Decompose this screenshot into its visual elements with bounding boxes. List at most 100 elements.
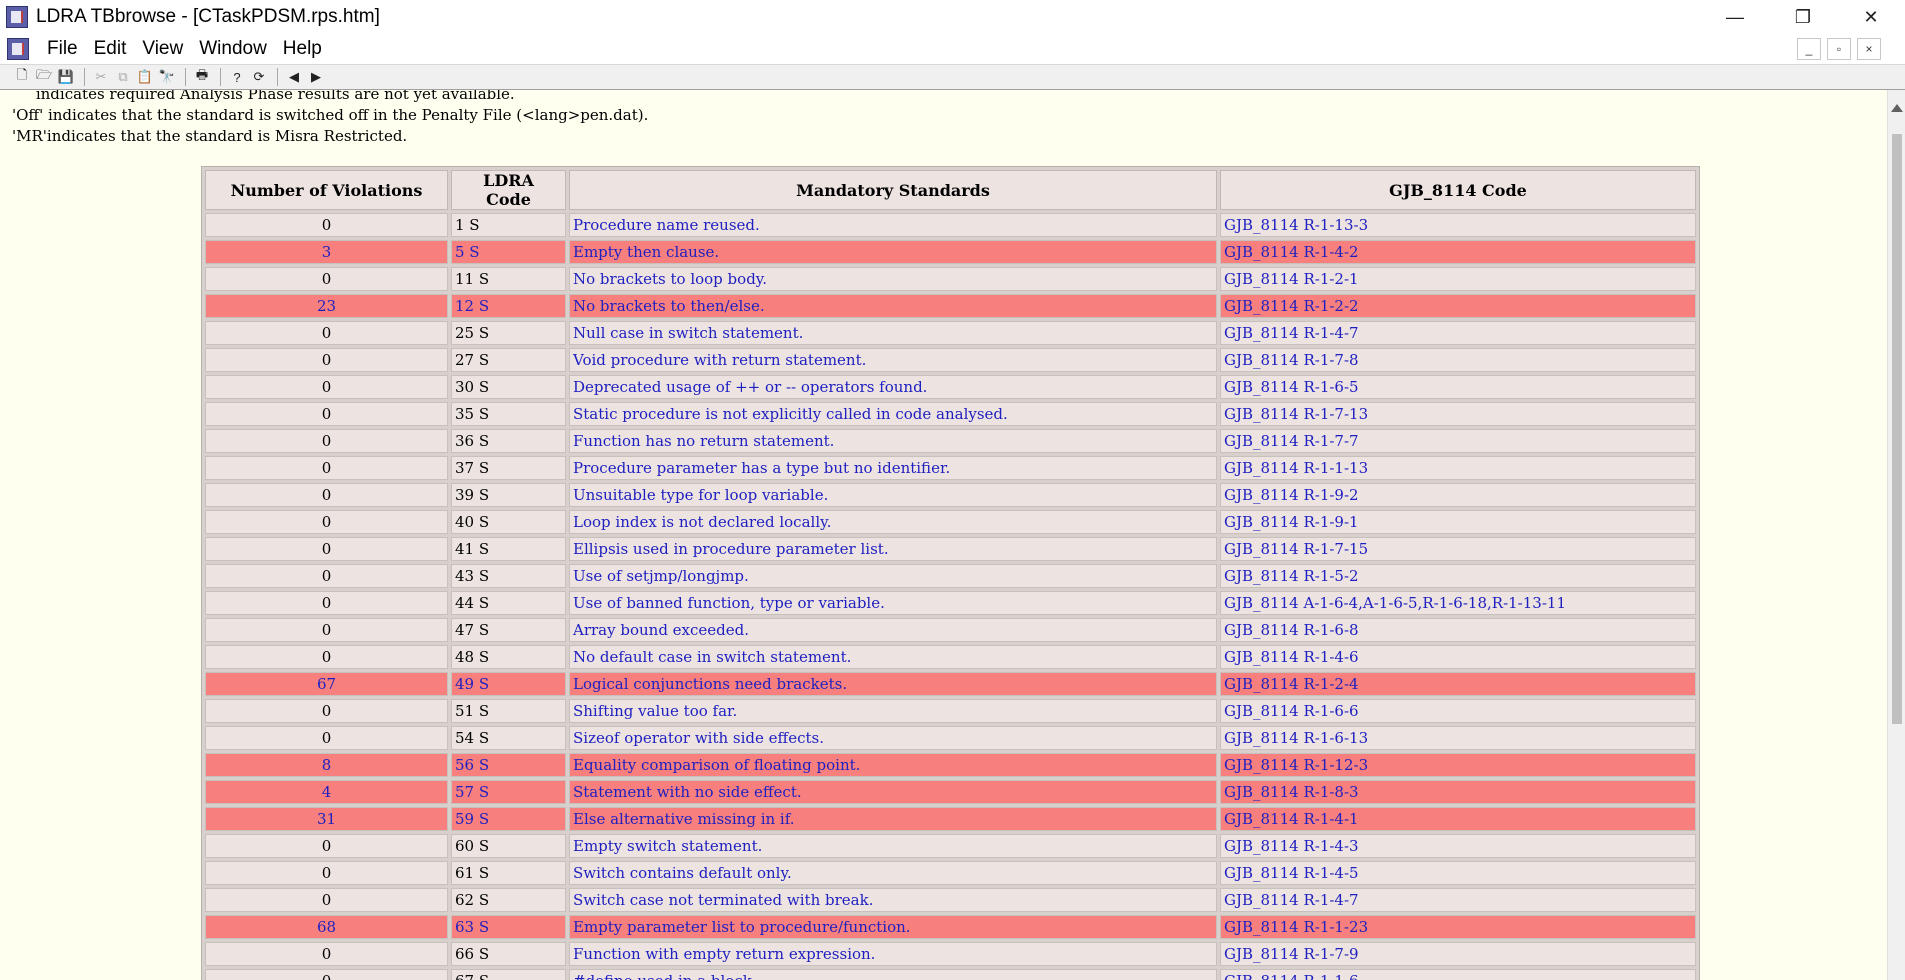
gjb-code-link[interactable]: GJB_8114 R-1-4-5 bbox=[1220, 861, 1696, 885]
scroll-up-arrow-icon[interactable] bbox=[1891, 104, 1903, 112]
restore-button[interactable]: ❐ bbox=[1769, 0, 1837, 34]
standard-link[interactable]: Use of setjmp/longjmp. bbox=[569, 564, 1217, 588]
open-folder-icon[interactable]: 🗁 bbox=[34, 67, 54, 87]
window-controls: — ❐ ✕ bbox=[1701, 0, 1905, 34]
refresh-icon[interactable]: ⟳ bbox=[249, 67, 269, 87]
standard-link[interactable]: Empty switch statement. bbox=[569, 834, 1217, 858]
help-icon[interactable]: ? bbox=[227, 67, 247, 87]
gjb-code-link[interactable]: GJB_8114 R-1-4-7 bbox=[1220, 888, 1696, 912]
standard-link[interactable]: No default case in switch statement. bbox=[569, 645, 1217, 669]
scroll-thumb[interactable] bbox=[1892, 134, 1902, 724]
ldra-code: 12 S bbox=[451, 294, 566, 318]
print-icon[interactable]: 🖶 bbox=[192, 67, 212, 87]
menu-view[interactable]: View bbox=[134, 38, 191, 60]
ldra-code: 49 S bbox=[451, 672, 566, 696]
document-icon[interactable] bbox=[7, 38, 29, 60]
gjb-code-link[interactable]: GJB_8114 R-1-2-1 bbox=[1220, 267, 1696, 291]
violation-count: 0 bbox=[205, 483, 448, 507]
standard-link[interactable]: Logical conjunctions need brackets. bbox=[569, 672, 1217, 696]
new-file-icon[interactable]: 🗋 bbox=[12, 67, 32, 87]
toolbar-separator bbox=[84, 68, 85, 86]
standard-link[interactable]: Unsuitable type for loop variable. bbox=[569, 483, 1217, 507]
standard-link[interactable]: Procedure parameter has a type but no id… bbox=[569, 456, 1217, 480]
gjb-code-link[interactable]: GJB_8114 R-1-2-4 bbox=[1220, 672, 1696, 696]
gjb-code-link[interactable]: GJB_8114 R-1-12-3 bbox=[1220, 753, 1696, 777]
standard-link[interactable]: Sizeof operator with side effects. bbox=[569, 726, 1217, 750]
standard-link[interactable]: Null case in switch statement. bbox=[569, 321, 1217, 345]
standard-link[interactable]: Function has no return statement. bbox=[569, 429, 1217, 453]
standard-link[interactable]: Procedure name reused. bbox=[569, 213, 1217, 237]
standard-link[interactable]: Empty then clause. bbox=[569, 240, 1217, 264]
gjb-code-link[interactable]: GJB_8114 R-1-9-2 bbox=[1220, 483, 1696, 507]
gjb-code-link[interactable]: GJB_8114 R-1-9-1 bbox=[1220, 510, 1696, 534]
cut-icon[interactable]: ✂ bbox=[91, 67, 111, 87]
copy-icon[interactable]: ⧉ bbox=[113, 67, 133, 87]
standard-link[interactable]: Array bound exceeded. bbox=[569, 618, 1217, 642]
forward-arrow-icon[interactable]: ▶ bbox=[306, 67, 326, 87]
gjb-code-link[interactable]: GJB_8114 R-1-7-13 bbox=[1220, 402, 1696, 426]
standard-link[interactable]: Switch case not terminated with break. bbox=[569, 888, 1217, 912]
standard-link[interactable]: Else alternative missing in if. bbox=[569, 807, 1217, 831]
save-icon[interactable]: 💾 bbox=[56, 67, 76, 87]
paste-icon[interactable]: 📋 bbox=[135, 67, 155, 87]
ldra-code: 60 S bbox=[451, 834, 566, 858]
standard-link[interactable]: Equality comparison of floating point. bbox=[569, 753, 1217, 777]
gjb-code-link[interactable]: GJB_8114 R-1-4-2 bbox=[1220, 240, 1696, 264]
gjb-code-link[interactable]: GJB_8114 R-1-1-13 bbox=[1220, 456, 1696, 480]
menu-help[interactable]: Help bbox=[275, 38, 330, 60]
gjb-code-link[interactable]: GJB_8114 R-1-7-7 bbox=[1220, 429, 1696, 453]
find-icon[interactable]: 🔭 bbox=[157, 67, 177, 87]
report-content[interactable]: indicates required Analysis Phase result… bbox=[0, 90, 1887, 980]
doc-restore-button[interactable]: ▫ bbox=[1827, 38, 1851, 60]
table-row: 68 63 S Empty parameter list to procedure/… bbox=[205, 915, 1696, 939]
gjb-code-link[interactable]: GJB_8114 R-1-4-3 bbox=[1220, 834, 1696, 858]
gjb-code-link[interactable]: GJB_8114 R-1-5-2 bbox=[1220, 564, 1696, 588]
gjb-code-link[interactable]: GJB_8114 R-1-2-2 bbox=[1220, 294, 1696, 318]
standard-link[interactable]: Function with empty return expression. bbox=[569, 942, 1217, 966]
doc-minimize-button[interactable]: _ bbox=[1797, 38, 1821, 60]
standard-link[interactable]: Deprecated usage of ++ or -- operators f… bbox=[569, 375, 1217, 399]
gjb-code-link[interactable]: GJB_8114 R-1-4-7 bbox=[1220, 321, 1696, 345]
standard-link[interactable]: Static procedure is not explicitly calle… bbox=[569, 402, 1217, 426]
gjb-code-link[interactable]: GJB_8114 R-1-6-13 bbox=[1220, 726, 1696, 750]
gjb-code-link[interactable]: GJB_8114 R-1-7-15 bbox=[1220, 537, 1696, 561]
gjb-code-link[interactable]: GJB_8114 R-1-1-23 bbox=[1220, 915, 1696, 939]
table-row: 0 48 S No default case in switch statement… bbox=[205, 645, 1696, 669]
doc-close-button[interactable]: × bbox=[1857, 38, 1881, 60]
gjb-code-link[interactable]: GJB_8114 R-1-7-8 bbox=[1220, 348, 1696, 372]
standard-link[interactable]: Statement with no side effect. bbox=[569, 780, 1217, 804]
gjb-code-link[interactable]: GJB_8114 R-1-1-6 bbox=[1220, 969, 1696, 980]
violation-count: 67 bbox=[205, 672, 448, 696]
gjb-code-link[interactable]: GJB_8114 R-1-6-6 bbox=[1220, 699, 1696, 723]
gjb-code-link[interactable]: GJB_8114 R-1-8-3 bbox=[1220, 780, 1696, 804]
minimize-button[interactable]: — bbox=[1701, 0, 1769, 34]
gjb-code-link[interactable]: GJB_8114 R-1-7-9 bbox=[1220, 942, 1696, 966]
violation-count: 0 bbox=[205, 402, 448, 426]
standard-link[interactable]: Loop index is not declared locally. bbox=[569, 510, 1217, 534]
gjb-code-link[interactable]: GJB_8114 R-1-13-3 bbox=[1220, 213, 1696, 237]
ldra-app-icon[interactable] bbox=[6, 6, 28, 28]
standard-link[interactable]: Ellipsis used in procedure parameter lis… bbox=[569, 537, 1217, 561]
close-button[interactable]: ✕ bbox=[1837, 0, 1905, 34]
violation-count: 0 bbox=[205, 267, 448, 291]
standard-link[interactable]: Empty parameter list to procedure/functi… bbox=[569, 915, 1217, 939]
gjb-code-link[interactable]: GJB_8114 A-1-6-4,A-1-6-5,R-1-6-18,R-1-13… bbox=[1220, 591, 1696, 615]
menu-file[interactable]: File bbox=[39, 38, 86, 60]
standard-link[interactable]: Switch contains default only. bbox=[569, 861, 1217, 885]
standard-link[interactable]: No brackets to then/else. bbox=[569, 294, 1217, 318]
back-arrow-icon[interactable]: ◀ bbox=[284, 67, 304, 87]
gjb-code-link[interactable]: GJB_8114 R-1-4-1 bbox=[1220, 807, 1696, 831]
vertical-scrollbar[interactable] bbox=[1887, 90, 1905, 980]
standard-link[interactable]: #define used in a block. bbox=[569, 969, 1217, 980]
standard-link[interactable]: Use of banned function, type or variable… bbox=[569, 591, 1217, 615]
menu-edit[interactable]: Edit bbox=[86, 38, 135, 60]
ldra-code: 66 S bbox=[451, 942, 566, 966]
standard-link[interactable]: Shifting value too far. bbox=[569, 699, 1217, 723]
standard-link[interactable]: No brackets to loop body. bbox=[569, 267, 1217, 291]
standard-link[interactable]: Void procedure with return statement. bbox=[569, 348, 1217, 372]
gjb-code-link[interactable]: GJB_8114 R-1-6-5 bbox=[1220, 375, 1696, 399]
violation-count: 3 bbox=[205, 240, 448, 264]
gjb-code-link[interactable]: GJB_8114 R-1-6-8 bbox=[1220, 618, 1696, 642]
gjb-code-link[interactable]: GJB_8114 R-1-4-6 bbox=[1220, 645, 1696, 669]
menu-window[interactable]: Window bbox=[191, 38, 275, 60]
